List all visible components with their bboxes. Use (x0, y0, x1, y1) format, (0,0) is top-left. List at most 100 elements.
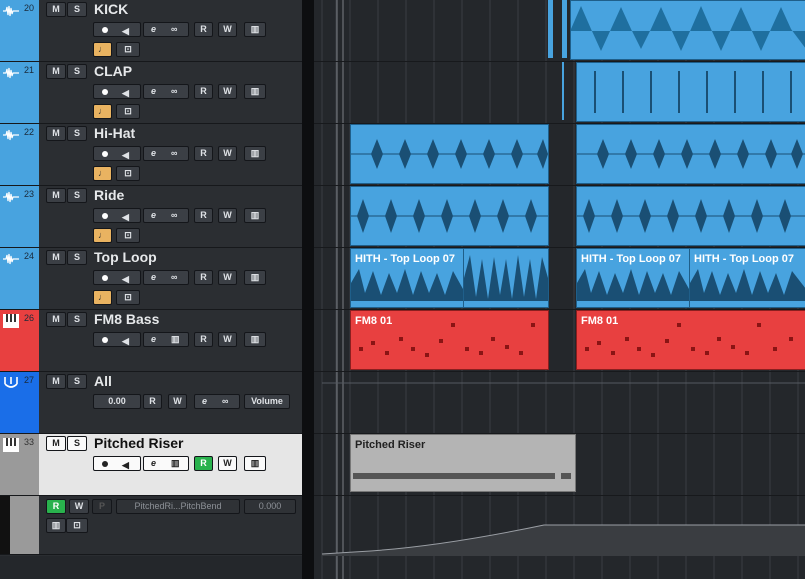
monitor-icon[interactable]: ◀ (122, 335, 129, 348)
read-automation-button[interactable]: R (143, 394, 162, 409)
track-name[interactable]: All (94, 373, 112, 389)
monitor-icon[interactable]: ◀ (122, 211, 129, 224)
track-kick[interactable]: 20 M S KICK ◀ e ∞ R W ▥ ♩ ⊡ (0, 0, 302, 62)
edit-button[interactable]: e (151, 209, 156, 222)
solo-button[interactable]: S (67, 436, 87, 451)
track-ride[interactable]: 23 M S Ride ◀ e ∞ R W ▥ ♩ ⊡ (0, 186, 302, 248)
mute-button[interactable]: M (46, 374, 66, 389)
track-top-loop[interactable]: 24 M S Top Loop ◀ e ∞ R W ▥ ♩ ⊡ (0, 248, 302, 310)
lane-icon[interactable]: ▥ (244, 332, 266, 347)
musical-mode-icon[interactable]: ♩ (93, 290, 112, 305)
track-color-strip[interactable]: 20 (0, 0, 39, 61)
track-color-strip[interactable]: 21 (0, 62, 39, 123)
edit-group[interactable]: e ▥ (143, 456, 189, 471)
lane-icon[interactable]: ▥ (244, 208, 266, 223)
link-icon[interactable]: ∞ (222, 395, 228, 408)
track-color-strip[interactable]: 24 (0, 248, 39, 309)
mute-button[interactable]: M (46, 2, 66, 17)
mute-button[interactable]: M (46, 126, 66, 141)
lock-icon[interactable]: ⊡ (116, 104, 140, 119)
record-enable-group[interactable]: ◀ (93, 22, 141, 37)
monitor-icon[interactable]: ◀ (122, 149, 129, 162)
audio-clip-ride[interactable] (576, 186, 805, 246)
edit-group[interactable]: e ∞ (143, 84, 189, 99)
track-color-strip[interactable]: 33 (0, 434, 39, 495)
audio-clip-top-loop[interactable] (463, 248, 549, 308)
automation-value-field[interactable]: 0.000 (244, 499, 296, 514)
edit-group[interactable]: e ∞ (143, 22, 189, 37)
edit-button[interactable]: e (151, 271, 156, 284)
audio-clip-ride[interactable] (350, 186, 549, 246)
write-automation-button[interactable]: W (218, 208, 237, 223)
midi-clip-fm8[interactable]: FM8 01 (350, 310, 549, 370)
audio-clip-hi-hat[interactable] (576, 124, 805, 184)
record-enable-group[interactable]: ◀ (93, 332, 141, 347)
write-automation-button[interactable]: W (218, 270, 237, 285)
read-automation-button[interactable]: R (194, 332, 213, 347)
mute-button[interactable]: M (46, 188, 66, 203)
mute-button[interactable]: M (46, 250, 66, 265)
track-name[interactable]: Ride (94, 187, 124, 203)
track-name[interactable]: Top Loop (94, 249, 157, 265)
audio-clip-top-loop[interactable]: HITH - Top Loop 07 (689, 248, 805, 308)
audio-clip-top-loop[interactable]: HITH - Top Loop 07 (350, 248, 464, 308)
record-enable-icon[interactable] (102, 275, 108, 281)
record-enable-icon[interactable] (102, 89, 108, 95)
edit-button[interactable]: e (202, 395, 207, 408)
write-automation-button[interactable]: W (168, 394, 187, 409)
audio-clip-clap-marker[interactable] (562, 62, 564, 120)
track-name[interactable]: Pitched Riser (94, 435, 183, 451)
monitor-icon[interactable]: ◀ (122, 25, 129, 38)
record-enable-icon[interactable] (102, 151, 108, 157)
solo-button[interactable]: S (67, 2, 87, 17)
lock-icon[interactable]: ⊡ (116, 290, 140, 305)
musical-mode-icon[interactable]: ♩ (93, 42, 112, 57)
track-fm8-bass[interactable]: 26 M S FM8 Bass ◀ e ▥ R W ▥ (0, 310, 302, 372)
midi-clip-pitched-riser[interactable]: Pitched Riser (350, 434, 576, 492)
link-icon[interactable]: ∞ (171, 271, 177, 284)
solo-button[interactable]: S (67, 250, 87, 265)
mute-button[interactable]: M (46, 436, 66, 451)
midi-clip-fm8[interactable]: FM8 01 (576, 310, 805, 370)
volume-parameter-label[interactable]: Volume (244, 394, 290, 409)
lane-icon[interactable]: ▥ (244, 146, 266, 161)
track-name[interactable]: KICK (94, 1, 128, 17)
write-automation-button[interactable]: W (218, 456, 237, 471)
edit-button[interactable]: e (151, 147, 156, 160)
musical-mode-icon[interactable]: ♩ (93, 104, 112, 119)
record-enable-group[interactable]: ◀ (93, 270, 141, 285)
write-automation-button[interactable]: W (218, 22, 237, 37)
audio-clip-kick-small[interactable] (548, 0, 553, 58)
audio-clip-top-loop[interactable]: HITH - Top Loop 07 (576, 248, 690, 308)
lock-icon[interactable]: ⊡ (66, 518, 88, 533)
write-automation-button[interactable]: W (69, 499, 89, 514)
instrument-keys-icon[interactable]: ▥ (171, 457, 180, 470)
write-automation-button[interactable]: W (218, 146, 237, 161)
audio-clip-kick[interactable] (570, 0, 805, 60)
read-automation-button[interactable]: R (46, 499, 66, 514)
read-automation-button[interactable]: R (194, 146, 213, 161)
edit-group[interactable]: e ∞ (143, 146, 189, 161)
track-pitched-riser[interactable]: 33 M S Pitched Riser ◀ e ▥ R W ▥ (0, 434, 302, 496)
track-name[interactable]: FM8 Bass (94, 311, 159, 327)
write-automation-button[interactable]: W (218, 332, 237, 347)
track-all-group[interactable]: 27 M S All 0.00 R W e ∞ Volume (0, 372, 302, 434)
track-color-strip[interactable]: 26 (0, 310, 39, 371)
lane-icon[interactable]: ▥ (244, 456, 266, 471)
link-icon[interactable]: ∞ (171, 147, 177, 160)
read-automation-button[interactable]: R (194, 456, 213, 471)
track-list-divider[interactable] (302, 0, 314, 579)
audio-clip-hi-hat[interactable] (350, 124, 549, 184)
record-enable-icon[interactable] (102, 461, 108, 467)
mute-button[interactable]: M (46, 312, 66, 327)
monitor-icon[interactable]: ◀ (122, 459, 129, 472)
edit-group[interactable]: e ▥ (143, 332, 189, 347)
track-color-strip[interactable]: 23 (0, 186, 39, 247)
lane-icon[interactable]: ▥ (244, 270, 266, 285)
record-enable-icon[interactable] (102, 27, 108, 33)
monitor-icon[interactable]: ◀ (122, 273, 129, 286)
volume-value-field[interactable]: 0.00 (93, 394, 141, 409)
audio-clip-clap[interactable] (576, 62, 805, 122)
link-icon[interactable]: ∞ (171, 209, 177, 222)
automation-parameter-field[interactable]: PitchedRi...PitchBend (116, 499, 240, 514)
